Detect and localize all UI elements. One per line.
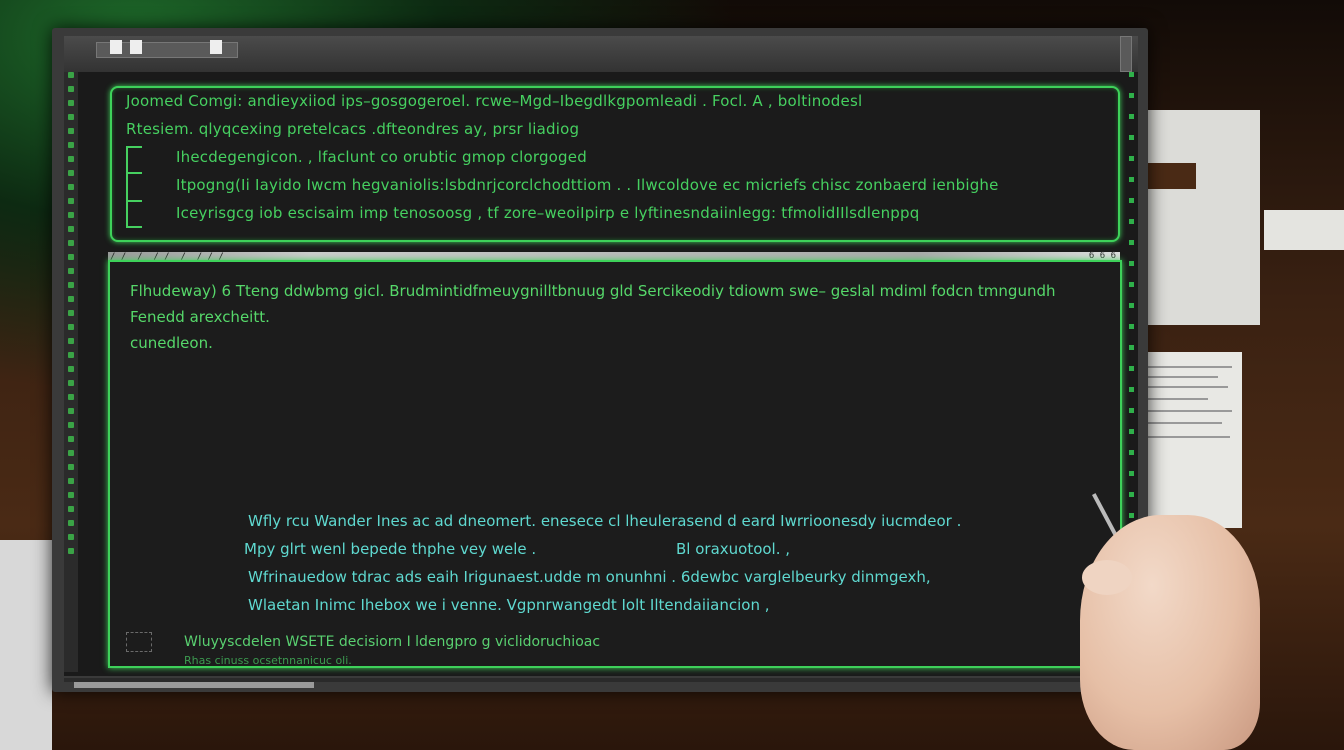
monitor: Joomed Comgi: andieyxiiod ips–gosgogeroe… [52, 28, 1148, 692]
top-panel-line: Rtesiem. qlyqcexing pretelcacs .dfteondr… [126, 120, 580, 138]
main-text-panel[interactable]: Flhudeway) 6 Tteng ddwbmg gicl. Brudmint… [108, 260, 1122, 668]
paper-sheet [1148, 110, 1260, 325]
left-toolbar[interactable] [64, 72, 78, 672]
main-intro-line: Fenedd arexcheitt. [130, 308, 270, 326]
scrollbar-top[interactable] [1120, 36, 1132, 72]
title-bar-button[interactable] [130, 40, 142, 54]
title-bar-button[interactable] [210, 40, 222, 54]
horizontal-scrollbar[interactable] [74, 682, 314, 688]
main-blue-line: Wlaetan Inimc Ihebox we i venne. Vgpnrwa… [248, 596, 770, 614]
main-blue-line: Wfrinauedow tdrac ads eaih Irigunaest.ud… [248, 568, 931, 586]
window-title-bar [64, 36, 1138, 72]
main-blue-side: Bl oraxuotool. , [676, 540, 791, 558]
title-bar-button[interactable] [110, 40, 122, 54]
main-footer-line: Wluyyscdelen WSETE decisiorn I ldengpro … [184, 634, 601, 650]
thumb [1082, 560, 1132, 595]
paper-sheet-edge [1264, 210, 1344, 250]
top-panel-line: Ihecdegengicon. , lfaclunt co orubtic gm… [176, 148, 587, 166]
main-footer-small: Rhas cinuss ocsetnnanicuc oli. [184, 654, 352, 667]
top-panel-line: Joomed Comgi: andieyxiiod ips–gosgogeroe… [126, 92, 863, 110]
right-toolbar[interactable] [1126, 72, 1138, 602]
screen: Joomed Comgi: andieyxiiod ips–gosgogeroe… [64, 36, 1138, 688]
top-text-panel: Joomed Comgi: andieyxiiod ips–gosgogeroe… [110, 86, 1120, 242]
main-blue-line: Mpy glrt wenl bepede thphe vey wele . [244, 540, 537, 558]
main-intro-line: Flhudeway) 6 Tteng ddwbmg gicl. Brudmint… [130, 282, 1056, 300]
hand [1080, 515, 1260, 750]
paper-document [1142, 352, 1242, 528]
top-panel-line: Itpogng(Ii Iayido Iwcm hegvaniolis:lsbdn… [176, 176, 999, 194]
paper-shadow [1148, 163, 1196, 189]
main-blue-line: Wfly rcu Wander Ines ac ad dneomert. ene… [248, 512, 962, 530]
main-intro-line: cunedleon. [130, 334, 213, 352]
left-paper [0, 540, 52, 750]
tree-bracket-icon [126, 146, 150, 228]
top-panel-line: Iceyrisgcg iob escisaim imp tenosoosg , … [176, 204, 920, 222]
grid-icon [126, 632, 152, 652]
